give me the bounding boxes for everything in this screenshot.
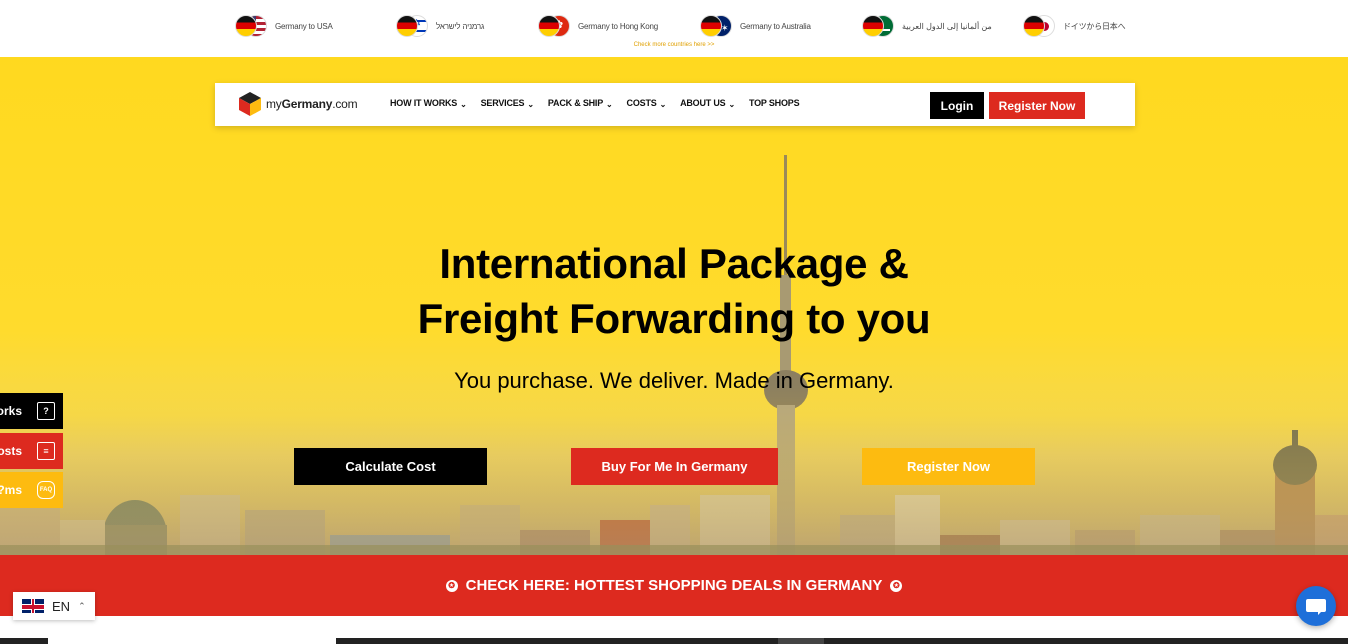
nav-item-services[interactable]: SERVICES ⌄ <box>481 98 534 109</box>
chevron-down-icon: ⌄ <box>527 99 534 109</box>
hot-deals-text: CHECK HERE: HOTTEST SHOPPING DEALS IN GE… <box>465 577 883 594</box>
hot-deals-banner[interactable]: ✪ CHECK HERE: HOTTEST SHOPPING DEALS IN … <box>0 555 1348 616</box>
question-book-icon: ? <box>37 402 55 420</box>
chat-bubble-icon <box>1306 599 1326 615</box>
arrow-circle-icon: ✪ <box>445 579 458 592</box>
country-selector-strip: Germany to USA גרמניה לישראל Germany to … <box>0 0 1348 57</box>
germany-usa-flags-icon <box>235 15 267 37</box>
nav-item-costs[interactable]: COSTS ⌄ <box>627 98 667 109</box>
country-label: גרמניה לישראל <box>436 21 485 31</box>
chevron-down-icon: ⌄ <box>606 99 613 109</box>
germany-hong-kong-flags-icon <box>538 15 570 37</box>
side-tab-label: osts <box>0 444 22 458</box>
more-countries-link[interactable]: Check more countries here >> <box>600 42 748 48</box>
cube-logo-icon <box>239 92 261 116</box>
country-label: ドイツから日本へ <box>1063 21 1126 31</box>
price-list-icon: ≡ <box>37 442 55 460</box>
country-label: Germany to Australia <box>740 21 811 31</box>
country-label: Germany to Hong Kong <box>578 21 659 31</box>
hero-register-button[interactable]: Register Now <box>862 448 1035 485</box>
uk-flag-icon <box>22 599 44 613</box>
country-label: Germany to USA <box>275 21 333 31</box>
main-navbar: myGermany.com HOW IT WORKS ⌄ SERVICES ⌄ PA… <box>215 83 1135 126</box>
arrow-circle-icon: ✪ <box>890 579 903 592</box>
side-tab-faq[interactable]: ms? FAQ <box>0 472 63 508</box>
hero-subtitle: You purchase. We deliver. Made in German… <box>454 368 894 393</box>
country-link-israel[interactable]: גרמניה לישראל <box>396 15 484 37</box>
next-section-edge <box>778 638 824 644</box>
nav-item-top-shops[interactable]: TOP SHOPS <box>749 98 800 108</box>
register-button[interactable]: Register Now <box>989 92 1085 119</box>
login-button[interactable]: Login <box>930 92 984 119</box>
next-section-edge <box>0 638 48 644</box>
germany-australia-flags-icon <box>700 15 732 37</box>
next-section-edge <box>336 638 778 644</box>
calculate-cost-button[interactable]: Calculate Cost <box>294 448 487 485</box>
country-label: من ألمانيا إلى الدول العربية <box>902 21 992 31</box>
germany-israel-flags-icon <box>396 15 428 37</box>
next-section-edge <box>824 638 1348 644</box>
country-link-australia[interactable]: Germany to Australia <box>700 15 811 37</box>
chevron-down-icon: ⌄ <box>659 99 667 109</box>
chevron-up-icon: ⌃ <box>78 600 86 611</box>
chat-widget-button[interactable] <box>1296 586 1336 626</box>
side-tab-label: ms? <box>0 483 22 497</box>
site-logo[interactable]: myGermany.com <box>238 91 358 117</box>
germany-saudi-flags-icon <box>862 15 894 37</box>
country-link-usa[interactable]: Germany to USA <box>235 15 333 37</box>
logo-wordmark: myGermany.com <box>266 97 358 111</box>
hero-title-line-2: Freight Forwarding to you <box>417 295 931 342</box>
country-link-japan[interactable]: ドイツから日本へ <box>1023 15 1126 37</box>
side-tab-label: orks <box>0 404 22 418</box>
language-code: EN <box>52 598 71 614</box>
faq-icon: FAQ <box>37 481 55 499</box>
language-selector[interactable]: EN ⌃ <box>13 592 95 620</box>
hero-title-line-1: International Package & <box>439 240 909 287</box>
side-tab-costs[interactable]: osts ≡ <box>0 433 63 469</box>
chevron-down-icon: ⌄ <box>728 99 735 109</box>
country-link-hong-kong[interactable]: Germany to Hong Kong <box>538 15 658 37</box>
nav-menu: HOW IT WORKS ⌄ SERVICES ⌄ PACK & SHIP ⌄ COS… <box>390 98 813 109</box>
buy-for-me-button[interactable]: Buy For Me In Germany <box>571 448 778 485</box>
nav-item-how-it-works[interactable]: HOW IT WORKS ⌄ <box>390 98 467 109</box>
chevron-down-icon: ⌄ <box>460 99 467 109</box>
side-tab-how-it-works[interactable]: orks ? <box>0 393 63 429</box>
nav-item-pack-ship[interactable]: PACK & SHIP ⌄ <box>548 98 613 109</box>
germany-japan-flags-icon <box>1023 15 1055 37</box>
hero-title: International Package & Freight Forwardi… <box>374 236 974 346</box>
nav-item-about-us[interactable]: ABOUT US ⌄ <box>680 98 735 109</box>
country-link-arab-states[interactable]: من ألمانيا إلى الدول العربية <box>862 15 992 37</box>
